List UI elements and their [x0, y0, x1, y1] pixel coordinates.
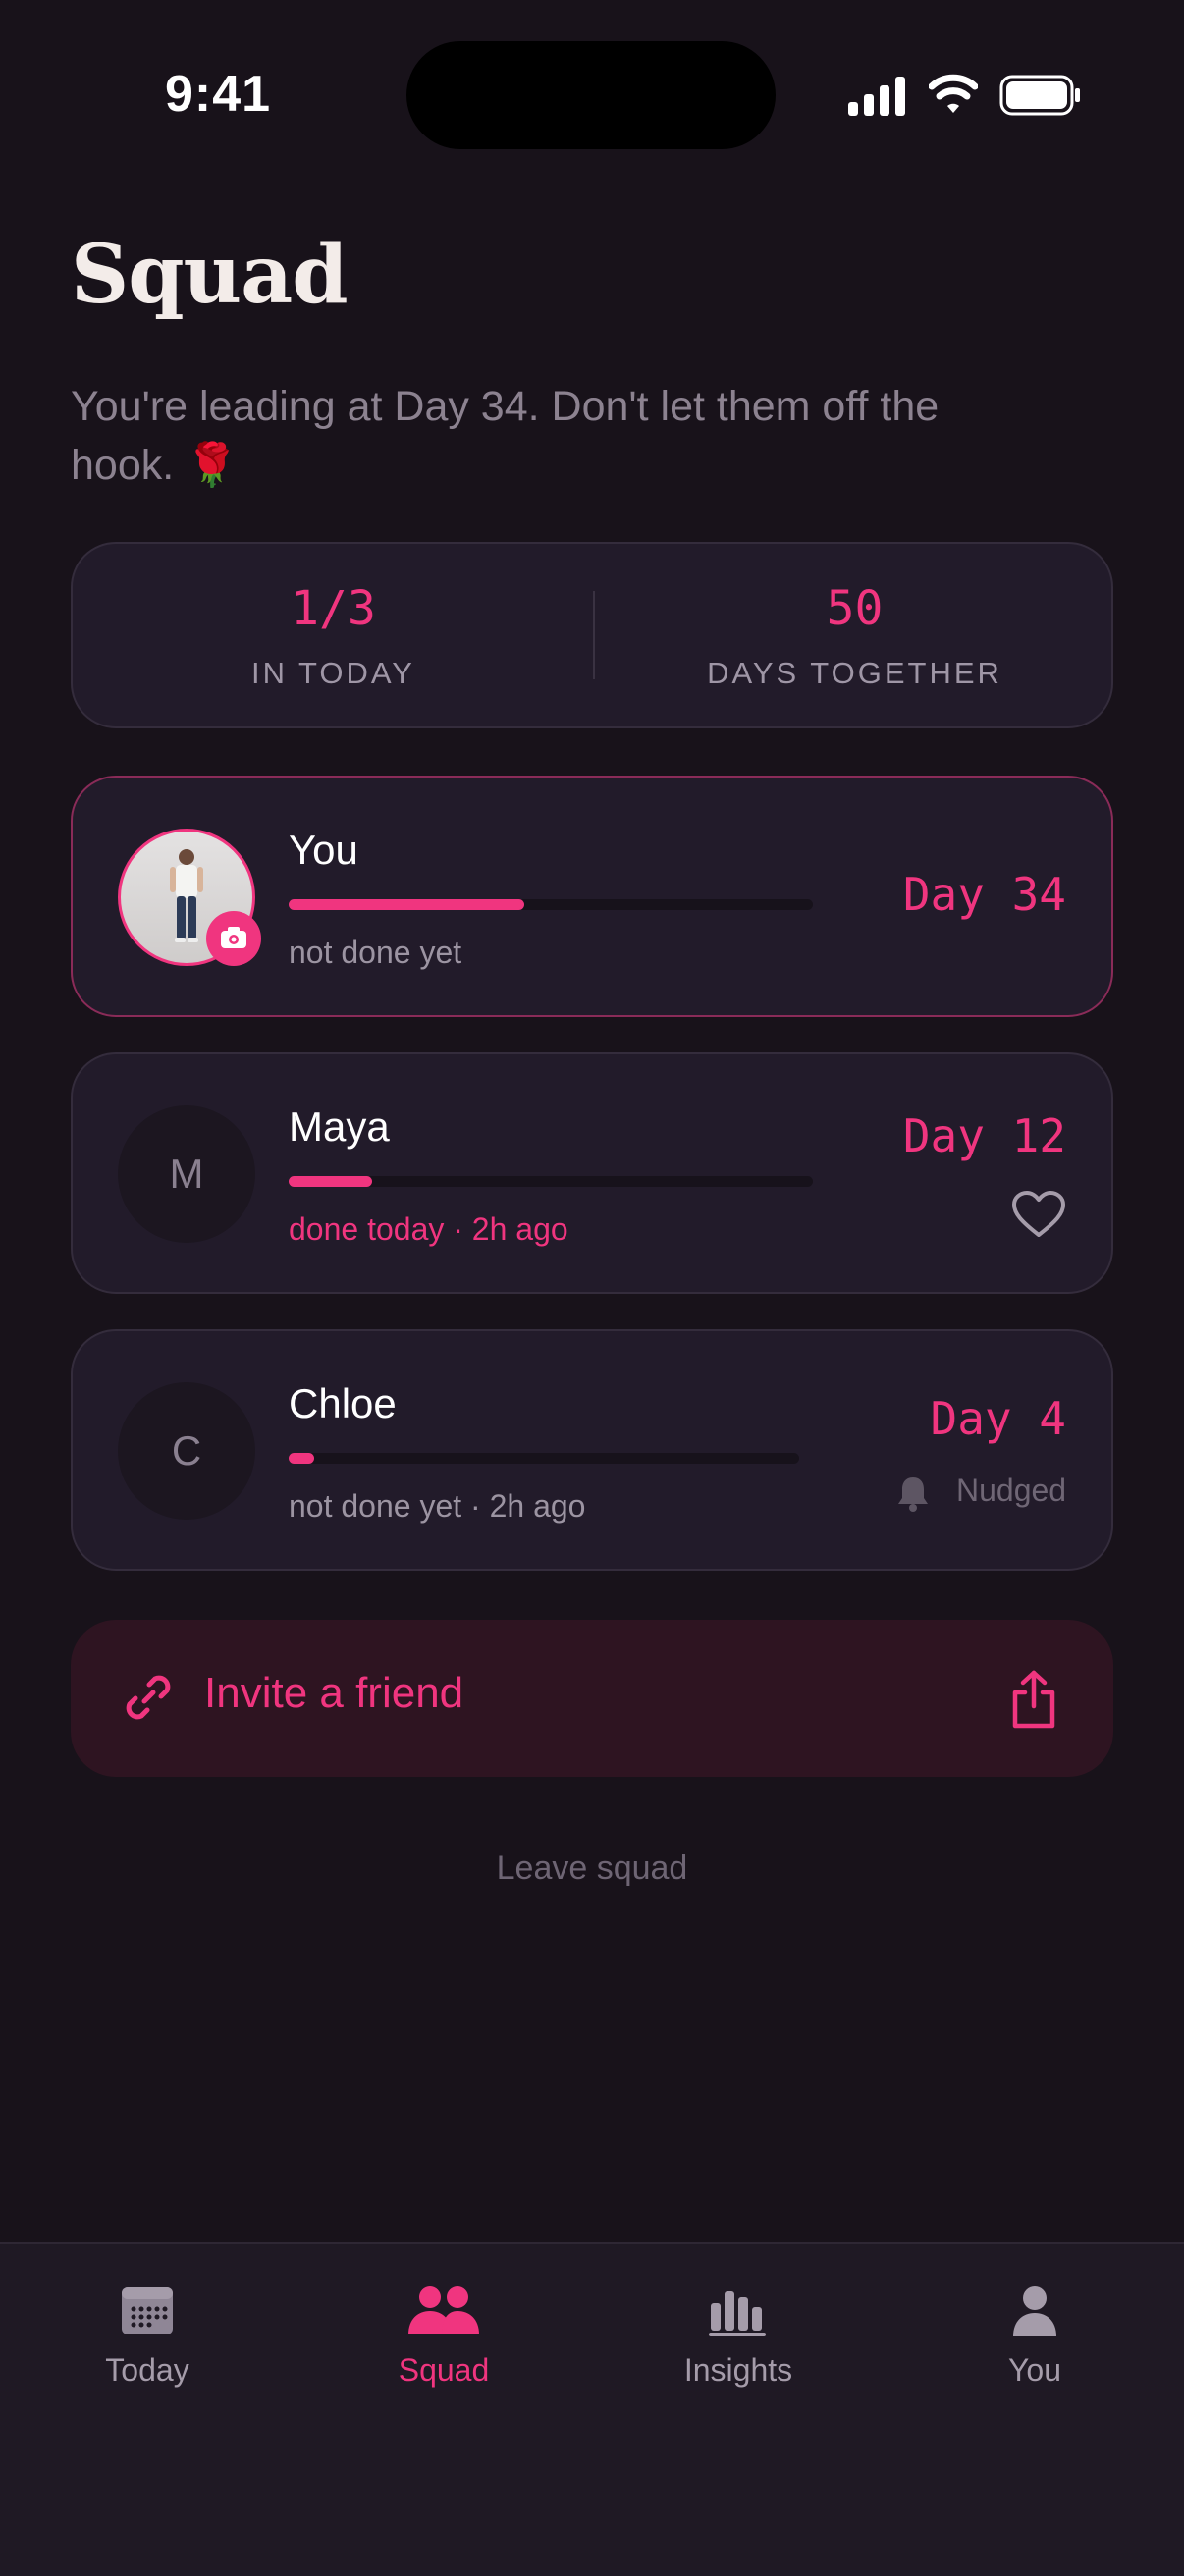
cellular-signal-icon [848, 77, 905, 116]
calendar-icon [122, 2287, 173, 2334]
group-icon [408, 2286, 479, 2334]
tab-squad[interactable]: Squad [346, 2283, 542, 2388]
share-icon[interactable] [1009, 1669, 1058, 1730]
member-name: You [289, 827, 358, 873]
wifi-icon [929, 74, 978, 113]
heart-icon[interactable] [1011, 1190, 1066, 1239]
progress-fill [289, 1176, 373, 1187]
status-time: 9:41 [165, 66, 272, 123]
tab-you[interactable]: You [937, 2283, 1133, 2388]
tab-label: Insights [683, 2352, 793, 2388]
bar-chart-icon [709, 2291, 766, 2336]
member-card-maya[interactable]: M Maya done today · 2h ago Day 12 [71, 1052, 1113, 1294]
bell-icon [898, 1477, 928, 1512]
invite-label: Invite a friend [204, 1669, 464, 1717]
leave-squad-link[interactable]: Leave squad [0, 1850, 1184, 1888]
in-today-value: 1/3 [291, 581, 376, 636]
tab-label: You [1008, 2352, 1061, 2388]
invite-friend-button[interactable]: Invite a friend [71, 1620, 1113, 1777]
member-name: Maya [289, 1103, 390, 1150]
days-together-value: 50 [826, 581, 884, 636]
camera-icon[interactable] [206, 911, 261, 966]
member-status: not done yet [289, 935, 462, 970]
avatar: M [118, 1105, 255, 1243]
page-subtitle: You're leading at Day 34. Don't let them… [71, 383, 940, 489]
dynamic-island [406, 41, 776, 149]
member-name: Chloe [289, 1380, 397, 1426]
tab-label: Today [105, 2352, 189, 2388]
member-card-you[interactable]: You not done yet Day 34 [71, 776, 1113, 1017]
progress-track [289, 1453, 799, 1464]
in-today-label: IN TODAY [251, 656, 415, 690]
nudge-label: Nudged [956, 1473, 1067, 1508]
progress-track [289, 1176, 813, 1187]
progress-fill [289, 899, 525, 910]
person-icon [1013, 2286, 1056, 2336]
link-icon [126, 1675, 171, 1720]
tab-bar: Today Squad Insights You [0, 2242, 1184, 2576]
member-status: not done yet · 2h ago [289, 1488, 586, 1524]
member-card-chloe[interactable]: C Chloe not done yet · 2h ago Day 4 Nudg… [71, 1329, 1113, 1571]
avatar: C [118, 1382, 255, 1520]
page-title: Squad [71, 228, 349, 322]
tab-today[interactable]: Today [49, 2283, 245, 2388]
squad-stats-card: 1/3 IN TODAY 50 DAYS TOGETHER [71, 542, 1113, 728]
days-together-label: DAYS TOGETHER [707, 656, 1002, 690]
progress-track [289, 899, 813, 910]
progress-fill [289, 1453, 314, 1464]
tab-insights[interactable]: Insights [640, 2283, 836, 2388]
member-day: Day 4 [930, 1392, 1066, 1445]
battery-icon [999, 75, 1080, 116]
tab-label: Squad [398, 2352, 490, 2388]
member-status: done today · 2h ago [289, 1211, 568, 1247]
member-day: Day 12 [902, 1109, 1066, 1162]
member-day: Day 34 [902, 868, 1066, 921]
